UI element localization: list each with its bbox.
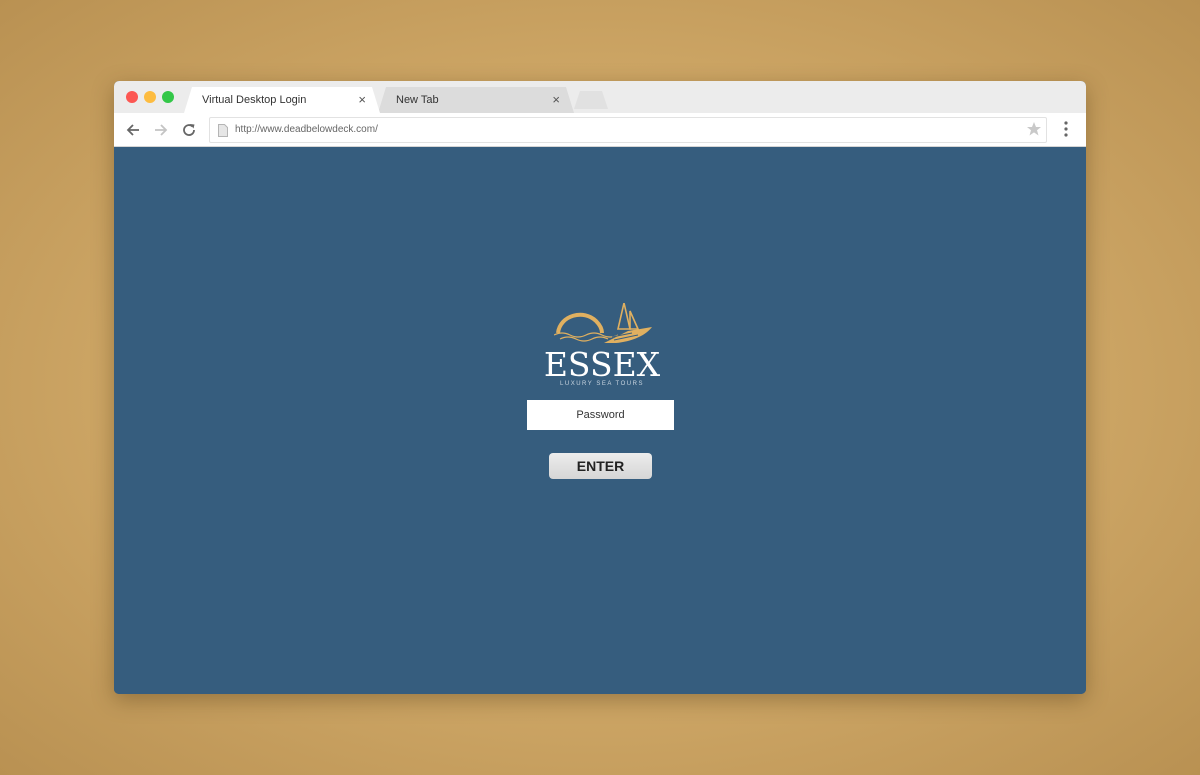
tab-virtual-desktop-login[interactable]: Virtual Desktop Login × [184,87,380,113]
address-bar[interactable]: http://www.deadbelowdeck.com/ [209,117,1047,143]
tab-strip: Virtual Desktop Login × New Tab × [114,81,1086,113]
url-text: http://www.deadbelowdeck.com/ [235,124,378,135]
sun-and-sailboat-logo-icon [554,303,652,343]
window-close-button[interactable] [126,91,138,103]
essex-logo: ESSEX LUXURY SEA TOURS [542,303,662,391]
back-arrow-icon[interactable] [124,121,142,139]
page-content: ESSEX LUXURY SEA TOURS ENTER [114,147,1086,694]
page-icon [218,124,228,137]
tab-close-icon[interactable]: × [358,87,366,113]
more-vert-icon[interactable] [1064,121,1068,137]
tab-label: Virtual Desktop Login [202,94,307,106]
forward-arrow-icon[interactable] [152,121,170,139]
tab-new-tab[interactable]: New Tab × [378,87,574,113]
window-maximize-button[interactable] [162,91,174,103]
window-minimize-button[interactable] [144,91,156,103]
new-tab-button[interactable] [574,91,608,109]
reload-icon[interactable] [180,121,198,139]
star-icon[interactable] [1026,121,1042,137]
enter-button[interactable]: ENTER [549,453,652,479]
tab-close-icon[interactable]: × [552,87,560,113]
password-input[interactable] [527,400,674,430]
logo-tagline: LUXURY SEA TOURS [560,381,644,387]
browser-toolbar: http://www.deadbelowdeck.com/ [114,113,1086,147]
logo-wordmark: ESSEX [543,345,661,384]
tab-label: New Tab [396,94,439,106]
browser-window: Virtual Desktop Login × New Tab × http:/… [114,81,1086,694]
